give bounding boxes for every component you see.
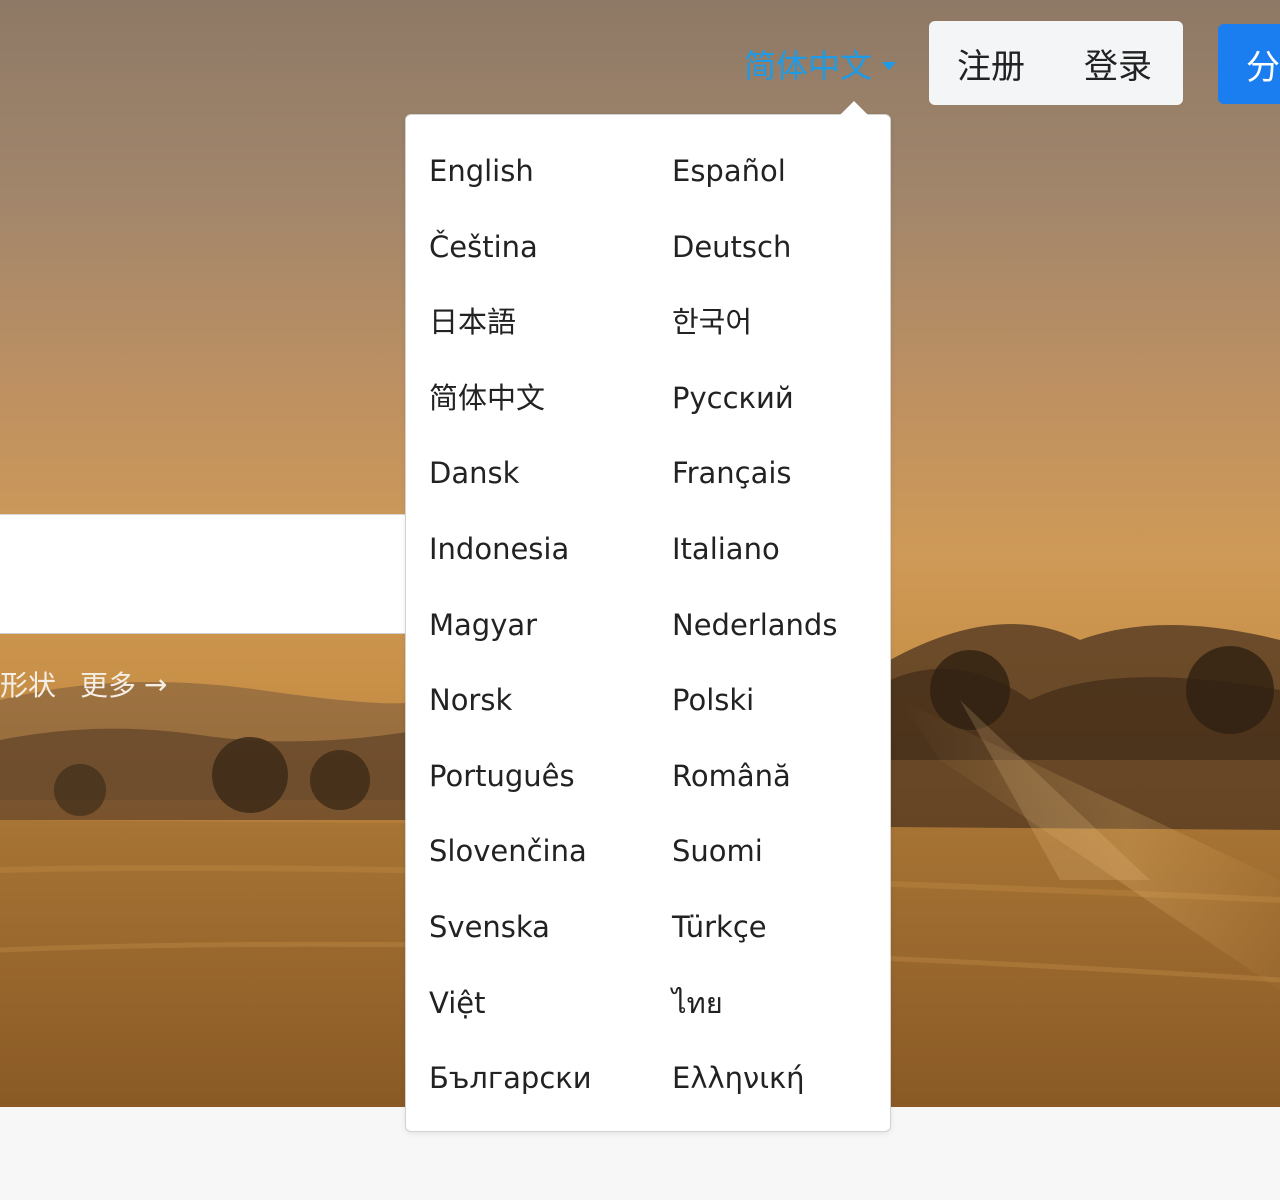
language-selector[interactable]: 简体中文 bbox=[744, 42, 897, 86]
caret-down-icon bbox=[882, 62, 897, 70]
language-option[interactable]: Indonesia bbox=[429, 531, 569, 567]
more-label: 更多 bbox=[80, 669, 137, 702]
language-option[interactable]: Ελληνική bbox=[672, 1060, 805, 1096]
language-option[interactable]: Slovenčina bbox=[429, 833, 587, 869]
language-option[interactable]: Italiano bbox=[672, 531, 780, 567]
language-option[interactable]: Português bbox=[429, 758, 575, 794]
language-option[interactable]: English bbox=[429, 153, 534, 189]
share-button[interactable]: 分 bbox=[1218, 24, 1280, 104]
language-option[interactable]: Русский bbox=[672, 380, 794, 416]
language-option[interactable]: Nederlands bbox=[672, 607, 837, 643]
language-option[interactable]: Svenska bbox=[429, 909, 550, 945]
language-dropdown-menu: English Español Čeština Deutsch 日本語 한국어 简体中文 Ру… bbox=[405, 101, 891, 1132]
login-button[interactable]: 登录 bbox=[1084, 39, 1152, 88]
language-option[interactable]: Việt bbox=[429, 985, 485, 1021]
language-option[interactable]: Magyar bbox=[429, 607, 537, 643]
language-option[interactable]: 日本語 bbox=[429, 304, 516, 340]
language-option[interactable]: Čeština bbox=[429, 229, 538, 265]
arrow-right-icon: → bbox=[144, 667, 168, 701]
search-input[interactable] bbox=[0, 514, 420, 634]
tag-shapes[interactable]: 形状 bbox=[0, 664, 56, 704]
language-option[interactable]: Türkçe bbox=[672, 909, 767, 945]
language-option[interactable]: 한국어 bbox=[672, 304, 752, 340]
language-option[interactable]: Dansk bbox=[429, 455, 519, 491]
language-option[interactable]: Español bbox=[672, 153, 786, 189]
popular-tags: 形状 更多 → bbox=[0, 664, 168, 704]
language-option[interactable]: Suomi bbox=[672, 833, 763, 869]
share-label: 分 bbox=[1246, 47, 1280, 88]
dropdown-pointer bbox=[840, 101, 868, 115]
language-option[interactable]: Deutsch bbox=[672, 229, 791, 265]
signup-button[interactable]: 注册 bbox=[957, 39, 1025, 88]
language-current: 简体中文 bbox=[744, 47, 873, 85]
language-option[interactable]: 简体中文 bbox=[429, 380, 545, 416]
more-tags-link[interactable]: 更多 → bbox=[80, 664, 167, 704]
auth-buttons: 注册 登录 bbox=[929, 21, 1183, 105]
language-option[interactable]: ไทย bbox=[672, 985, 723, 1021]
language-option[interactable]: Français bbox=[672, 455, 792, 491]
language-option[interactable]: Română bbox=[672, 758, 791, 794]
language-option[interactable]: Norsk bbox=[429, 682, 512, 718]
language-option[interactable]: Български bbox=[429, 1060, 592, 1096]
language-option[interactable]: Polski bbox=[672, 682, 754, 718]
